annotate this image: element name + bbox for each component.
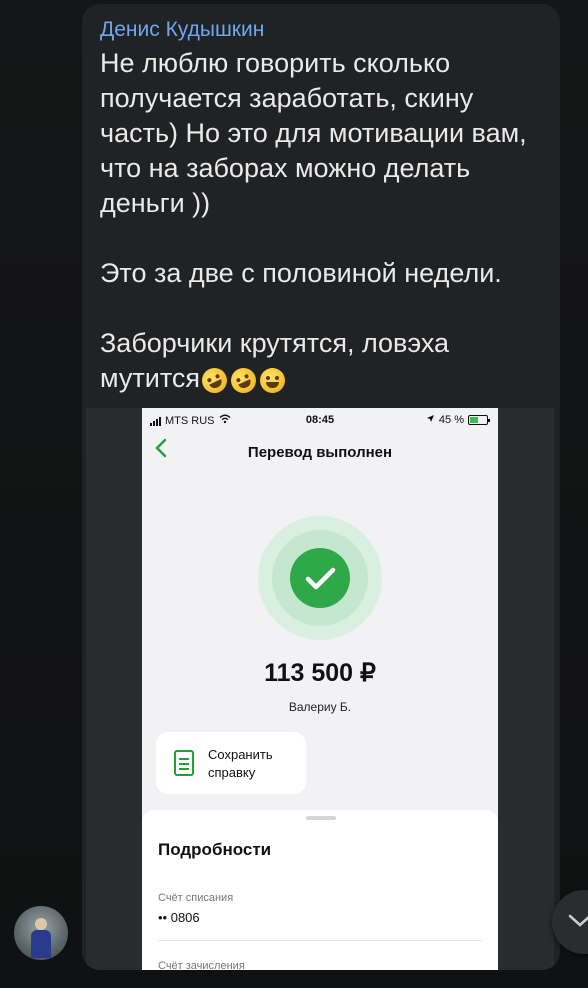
screen-title: Перевод выполнен: [247, 444, 393, 461]
details-divider: [158, 940, 482, 941]
document-icon: [174, 750, 194, 776]
message-paragraph-2: Это за две с половиной недели.: [100, 258, 502, 288]
sheet-handle[interactable]: [306, 816, 336, 820]
message-bubble[interactable]: Денис Кудышкин Не люблю говорить сколько…: [82, 4, 560, 970]
details-title: Подробности: [158, 840, 272, 859]
battery-percent: 45 %: [438, 414, 464, 426]
rofl-emoji-icon: [197, 363, 232, 398]
phone-status-bar: MTS RUS 08:45 45 %: [142, 414, 498, 430]
message-paragraph-3: Заборчики крутятся, ловэха мутится: [100, 326, 550, 398]
debit-account-value: •• 0806: [158, 910, 200, 925]
transfer-amount: 113 500 ₽: [264, 659, 376, 687]
recipient-name: Валериу Б.: [288, 700, 352, 714]
grinning-emoji-icon: [260, 368, 285, 393]
status-right: 45 %: [426, 414, 490, 426]
save-receipt-label: Сохранить справку: [208, 747, 273, 780]
battery-icon: [468, 415, 490, 425]
debit-account-label: Счёт списания: [158, 892, 234, 904]
credit-account-label: Счёт зачисления: [158, 960, 245, 970]
message-paragraph-1: Не люблю говорить сколько получается зар…: [100, 48, 527, 218]
sender-avatar[interactable]: [14, 906, 68, 960]
attached-screenshot[interactable]: MTS RUS 08:45 45 % Перевод выполнен 113 …: [86, 408, 554, 970]
details-sheet: Подробности Счёт списания •• 0806 Счёт з…: [142, 810, 498, 970]
bank-app-screen: MTS RUS 08:45 45 % Перевод выполнен 113 …: [142, 408, 498, 970]
sender-name[interactable]: Денис Кудышкин: [100, 18, 264, 42]
check-icon: [290, 548, 350, 608]
save-receipt-button[interactable]: Сохранить справку: [156, 732, 306, 794]
rofl-emoji-icon: [226, 363, 261, 398]
emoji-row: [197, 363, 285, 398]
location-arrow-icon: [426, 414, 435, 426]
message-text: Не люблю говорить сколько получается зар…: [100, 46, 550, 398]
